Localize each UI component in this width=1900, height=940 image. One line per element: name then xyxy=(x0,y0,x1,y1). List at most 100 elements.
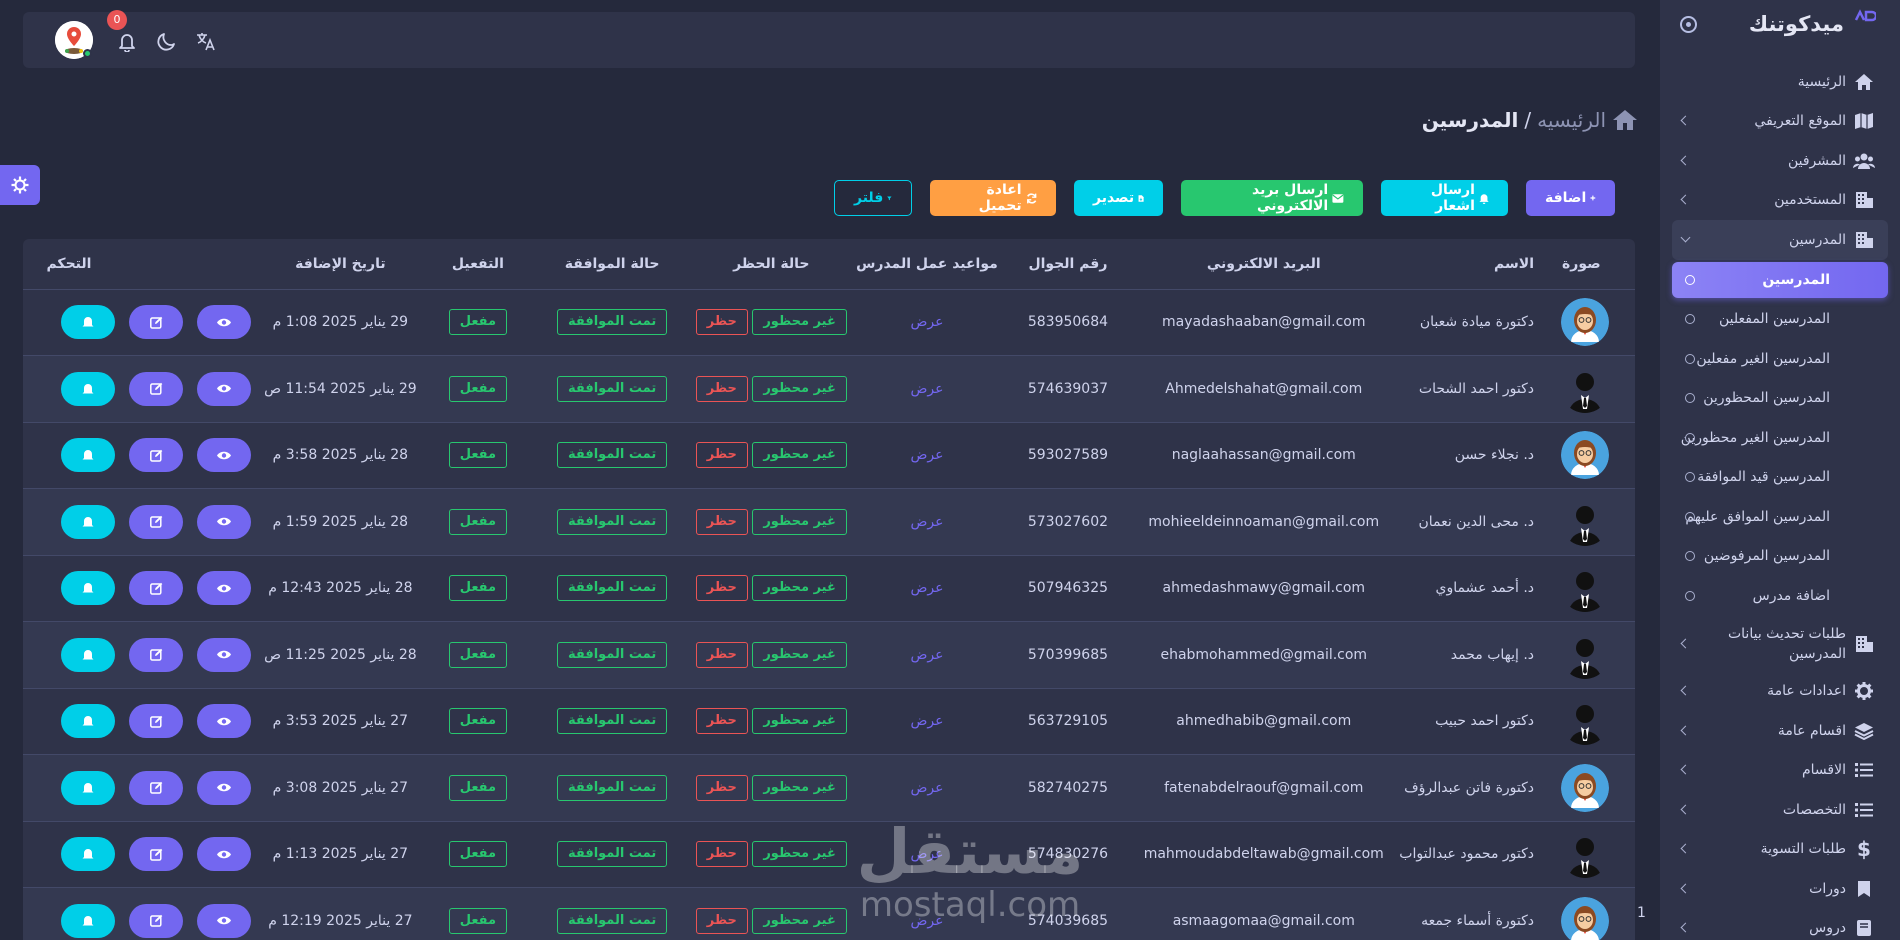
activation-status-badge[interactable]: مفعل xyxy=(448,841,508,868)
more-action-button[interactable] xyxy=(61,704,116,739)
sidebar-subitem-active-teachers[interactable]: المدرسين المفعلين xyxy=(1660,300,1900,340)
edit-button[interactable] xyxy=(129,305,184,340)
activation-status-badge[interactable]: مفعل xyxy=(448,309,508,336)
pin-sidebar-icon[interactable] xyxy=(1680,16,1697,33)
sidebar-subitem-approved-teachers[interactable]: المدرسين الموافق عليهم xyxy=(1660,497,1900,537)
send-notification-button[interactable]: ارسال اشعار xyxy=(1381,180,1508,216)
bell-icon[interactable] xyxy=(116,30,138,52)
ban-button[interactable]: حظر xyxy=(695,708,748,735)
not-banned-badge[interactable]: غير محظور xyxy=(752,375,847,402)
customizer-toggle[interactable] xyxy=(0,165,40,205)
sidebar-subitem-teachers[interactable]: المدرسين xyxy=(1672,261,1888,298)
home-icon[interactable] xyxy=(1612,108,1638,132)
more-action-button[interactable] xyxy=(61,504,116,539)
view-schedule-link[interactable]: عرض xyxy=(910,647,943,663)
sidebar-item-general-settings[interactable]: اعدادات عامة xyxy=(1660,672,1900,712)
more-action-button[interactable] xyxy=(61,305,116,340)
sidebar-item-sections[interactable]: الاقسام xyxy=(1660,751,1900,791)
more-action-button[interactable] xyxy=(61,637,116,672)
approval-status-badge[interactable]: تمت الموافقة xyxy=(556,774,668,801)
activation-status-badge[interactable]: مفعل xyxy=(448,774,508,801)
more-action-button[interactable] xyxy=(61,903,116,938)
col-date-added[interactable]: تاريخ الإضافة xyxy=(256,239,425,290)
add-button[interactable]: اضافة xyxy=(1526,180,1615,216)
view-button[interactable] xyxy=(197,371,252,406)
moon-icon[interactable] xyxy=(156,30,178,52)
sidebar-item-teachers[interactable]: المدرسين xyxy=(1672,220,1888,260)
activation-status-badge[interactable]: مفعل xyxy=(448,375,508,402)
view-schedule-link[interactable]: عرض xyxy=(910,780,943,796)
col-photo[interactable]: صورة xyxy=(1534,239,1635,290)
approval-status-badge[interactable]: تمت الموافقة xyxy=(556,442,668,469)
view-button[interactable] xyxy=(197,770,252,805)
sidebar-item-home[interactable]: الرئيسية xyxy=(1660,62,1900,102)
ban-button[interactable]: حظر xyxy=(695,774,748,801)
edit-button[interactable] xyxy=(129,371,184,406)
sidebar-subitem-pending-teachers[interactable]: المدرسين قيد الموافقة xyxy=(1660,458,1900,498)
col-schedule[interactable]: مواعيد عمل المدرس xyxy=(849,239,1005,290)
view-schedule-link[interactable]: عرض xyxy=(910,381,943,397)
more-action-button[interactable] xyxy=(61,371,116,406)
view-button[interactable] xyxy=(197,438,252,473)
ban-button[interactable]: حظر xyxy=(695,508,748,535)
edit-button[interactable] xyxy=(129,704,184,739)
edit-button[interactable] xyxy=(129,837,184,872)
reload-button[interactable]: اعادة تحميل xyxy=(930,180,1056,216)
approval-status-badge[interactable]: تمت الموافقة xyxy=(556,907,668,934)
edit-button[interactable] xyxy=(129,438,184,473)
view-schedule-link[interactable]: عرض xyxy=(910,580,943,596)
send-email-button[interactable]: ارسال بريد الالكتروني xyxy=(1181,180,1363,216)
translate-icon[interactable] xyxy=(195,30,217,52)
edit-button[interactable] xyxy=(129,504,184,539)
sidebar-subitem-rejected-teachers[interactable]: المدرسين المرفوضين xyxy=(1660,537,1900,577)
ban-button[interactable]: حظر xyxy=(695,309,748,336)
more-action-button[interactable] xyxy=(61,770,116,805)
col-approval-status[interactable]: حالة الموافقة xyxy=(531,239,693,290)
sidebar-subitem-add-teacher[interactable]: اضافة مدرس xyxy=(1660,576,1900,616)
not-banned-badge[interactable]: غير محظور xyxy=(752,641,847,668)
view-button[interactable] xyxy=(197,571,252,606)
col-phone[interactable]: رقم الجوال xyxy=(1004,239,1132,290)
more-action-button[interactable] xyxy=(61,837,116,872)
approval-status-badge[interactable]: تمت الموافقة xyxy=(556,841,668,868)
not-banned-badge[interactable]: غير محظور xyxy=(752,907,847,934)
view-schedule-link[interactable]: عرض xyxy=(910,713,943,729)
breadcrumb-root-link[interactable]: الرئيسيه xyxy=(1537,108,1606,132)
not-banned-badge[interactable]: غير محظور xyxy=(752,309,847,336)
sidebar-item-supervisors[interactable]: المشرفين xyxy=(1660,141,1900,181)
activation-status-badge[interactable]: مفعل xyxy=(448,508,508,535)
activation-status-badge[interactable]: مفعل xyxy=(448,442,508,469)
sidebar-item-courses[interactable]: دورات xyxy=(1660,869,1900,909)
view-schedule-link[interactable]: عرض xyxy=(910,846,943,862)
view-schedule-link[interactable]: عرض xyxy=(910,913,943,929)
ban-button[interactable]: حظر xyxy=(695,641,748,668)
ban-button[interactable]: حظر xyxy=(695,375,748,402)
view-button[interactable] xyxy=(197,637,252,672)
sidebar-subitem-banned-teachers[interactable]: المدرسين المحظورين xyxy=(1660,379,1900,419)
approval-status-badge[interactable]: تمت الموافقة xyxy=(556,508,668,535)
activation-status-badge[interactable]: مفعل xyxy=(448,641,508,668)
col-ban-status[interactable]: حالة الحظر xyxy=(692,239,850,290)
sidebar-item-teacher-update-requests[interactable]: طلبات تحديث بيانات المدرسين xyxy=(1660,616,1900,672)
not-banned-badge[interactable]: غير محظور xyxy=(752,841,847,868)
approval-status-badge[interactable]: تمت الموافقة xyxy=(556,309,668,336)
view-button[interactable] xyxy=(197,305,252,340)
not-banned-badge[interactable]: غير محظور xyxy=(752,508,847,535)
pagination-fragment[interactable]: 1 xyxy=(1637,905,1646,921)
activation-status-badge[interactable]: مفعل xyxy=(448,907,508,934)
not-banned-badge[interactable]: غير محظور xyxy=(752,575,847,602)
activation-status-badge[interactable]: مفعل xyxy=(448,575,508,602)
sidebar-item-users[interactable]: المستخدمين xyxy=(1660,181,1900,221)
not-banned-badge[interactable]: غير محظور xyxy=(752,442,847,469)
view-schedule-link[interactable]: عرض xyxy=(910,514,943,530)
col-email[interactable]: البريد الالكتروني xyxy=(1131,239,1396,290)
export-button[interactable]: تصدير xyxy=(1074,180,1163,216)
view-button[interactable] xyxy=(197,837,252,872)
more-action-button[interactable] xyxy=(61,571,116,606)
ban-button[interactable]: حظر xyxy=(695,907,748,934)
col-activation[interactable]: التفعيل xyxy=(424,239,532,290)
view-button[interactable] xyxy=(197,504,252,539)
sidebar-subitem-unbanned-teachers[interactable]: المدرسين الغير محظورين xyxy=(1660,418,1900,458)
view-button[interactable] xyxy=(197,704,252,739)
approval-status-badge[interactable]: تمت الموافقة xyxy=(556,375,668,402)
